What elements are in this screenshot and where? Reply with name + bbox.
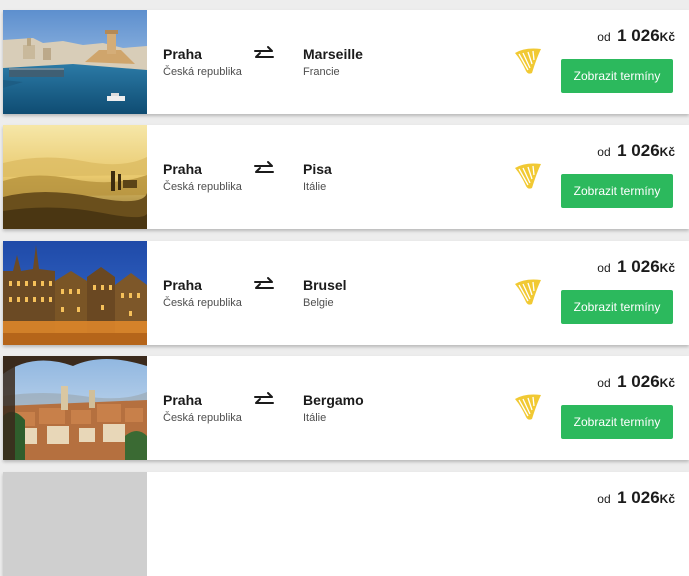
origin-country: Česká republika bbox=[163, 412, 242, 424]
origin-country: Česká republika bbox=[163, 181, 242, 193]
price-currency: Kč bbox=[659, 492, 675, 506]
price: od 1 026Kč bbox=[597, 372, 675, 392]
origin: Praha Česká republika bbox=[163, 45, 242, 80]
destination-city: Bergamo bbox=[303, 392, 364, 408]
price-amount: 1 026 bbox=[617, 257, 660, 276]
destination-country: Itálie bbox=[303, 412, 327, 424]
origin: Praha Česká republika bbox=[163, 276, 242, 311]
origin-city: Praha bbox=[163, 46, 202, 62]
destination-photo-pisa bbox=[3, 125, 147, 229]
destination: Marseille Francie bbox=[303, 45, 363, 80]
ryanair-harp-logo bbox=[513, 392, 543, 422]
route-card[interactable]: od 1 026Kč bbox=[3, 472, 689, 576]
price-prefix: od bbox=[597, 145, 611, 159]
destination-city: Pisa bbox=[303, 161, 332, 177]
origin-country: Česká republika bbox=[163, 66, 242, 78]
route-card[interactable]: Praha Česká republika Brusel Belgie od 1… bbox=[3, 241, 689, 345]
swap-arrows-icon bbox=[253, 390, 275, 410]
ryanair-harp-logo bbox=[513, 46, 543, 76]
origin: Praha Česká republika bbox=[163, 391, 242, 426]
show-dates-button[interactable]: Zobrazit termíny bbox=[561, 405, 673, 439]
price-prefix: od bbox=[597, 376, 611, 390]
price-amount: 1 026 bbox=[617, 141, 660, 160]
swap-arrows-icon bbox=[253, 275, 275, 295]
show-dates-button[interactable]: Zobrazit termíny bbox=[561, 59, 673, 93]
show-dates-button[interactable]: Zobrazit termíny bbox=[561, 174, 673, 208]
route-list: Praha Česká republika Marseille Francie … bbox=[0, 0, 689, 576]
origin: Praha Česká republika bbox=[163, 160, 242, 195]
destination-city: Marseille bbox=[303, 46, 363, 62]
price-amount: 1 026 bbox=[617, 26, 660, 45]
origin-city: Praha bbox=[163, 277, 202, 293]
price: od 1 026Kč bbox=[597, 26, 675, 46]
destination-photo-placeholder bbox=[3, 472, 147, 576]
price: od 1 026Kč bbox=[597, 488, 675, 508]
price-currency: Kč bbox=[659, 261, 675, 275]
destination: Bergamo Itálie bbox=[303, 391, 364, 426]
destination-city: Brusel bbox=[303, 277, 347, 293]
show-dates-button[interactable]: Zobrazit termíny bbox=[561, 290, 673, 324]
route-card[interactable]: Praha Česká republika Pisa Itálie od 1 0… bbox=[3, 125, 689, 229]
price: od 1 026Kč bbox=[597, 257, 675, 277]
price-amount: 1 026 bbox=[617, 488, 660, 507]
price-prefix: od bbox=[597, 261, 611, 275]
ryanair-harp-logo bbox=[513, 161, 543, 191]
swap-arrows-icon bbox=[253, 44, 275, 64]
route-card[interactable]: Praha Česká republika Bergamo Itálie od … bbox=[3, 356, 689, 460]
destination: Pisa Itálie bbox=[303, 160, 332, 195]
price-currency: Kč bbox=[659, 145, 675, 159]
destination-photo-bergamo bbox=[3, 356, 147, 460]
price-prefix: od bbox=[597, 492, 611, 506]
destination-photo-marseille bbox=[3, 10, 147, 114]
origin-city: Praha bbox=[163, 161, 202, 177]
price: od 1 026Kč bbox=[597, 141, 675, 161]
price-amount: 1 026 bbox=[617, 372, 660, 391]
ryanair-harp-logo bbox=[513, 277, 543, 307]
origin-country: Česká republika bbox=[163, 297, 242, 309]
price-currency: Kč bbox=[659, 30, 675, 44]
origin-city: Praha bbox=[163, 392, 202, 408]
destination-photo-brusel bbox=[3, 241, 147, 345]
price-currency: Kč bbox=[659, 376, 675, 390]
destination-country: Itálie bbox=[303, 181, 327, 193]
route-card[interactable]: Praha Česká republika Marseille Francie … bbox=[3, 10, 689, 114]
destination-country: Belgie bbox=[303, 297, 334, 309]
destination-country: Francie bbox=[303, 66, 340, 78]
swap-arrows-icon bbox=[253, 159, 275, 179]
destination: Brusel Belgie bbox=[303, 276, 347, 311]
price-prefix: od bbox=[597, 30, 611, 44]
